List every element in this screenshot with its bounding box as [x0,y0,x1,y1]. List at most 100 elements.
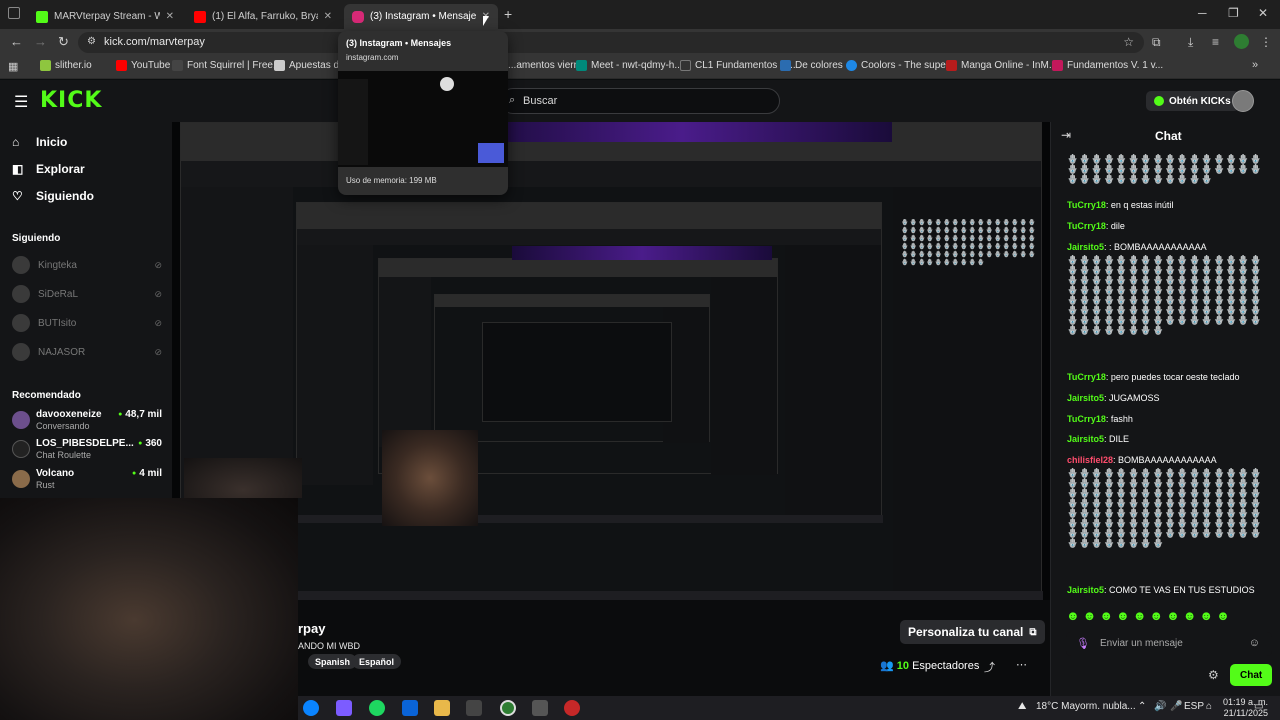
tag-spanish[interactable]: Spanish [308,654,358,669]
chat-username[interactable]: Jairsito5 [1067,585,1104,595]
channel-avatar [12,256,30,274]
more-bookmarks-icon[interactable]: » [1252,59,1258,71]
chat-text: JUGAMOSS [1109,393,1160,403]
reading-list-icon[interactable]: ≡ [1212,35,1219,49]
bookmark-item[interactable]: Manga Online - InM... [946,60,1057,71]
recommended-channel[interactable]: davooxeneize Conversando 48,7 mil [12,409,162,433]
search-input[interactable]: ⌕ Buscar [500,88,780,114]
bookmark-star-icon[interactable]: ☆ [1123,35,1134,49]
streamer-name[interactable]: rpay [298,621,325,636]
hamburger-menu-icon[interactable]: ☰ [14,92,28,112]
captured-sidebar [297,245,373,485]
kick-logo[interactable]: KICK [40,88,102,113]
spotify-icon[interactable] [369,700,385,716]
tab-preview-thumbnail [338,71,508,167]
volume-icon[interactable]: 🔊 [1154,701,1166,712]
bookmark-item[interactable]: Font Squirrel | Free... [172,60,281,71]
youtube-favicon-icon [194,10,206,23]
restore-icon[interactable]: ❐ [1228,6,1239,20]
tab-kick-stream[interactable]: MARVterpay Stream - Watch Li... ✕ [28,4,182,29]
weather-icon[interactable]: ⛰ [1018,701,1026,712]
app-icon[interactable] [532,700,548,716]
store-icon[interactable] [466,700,482,716]
chat-panel: ⇥ Chat 🪬🪬🪬🪬🪬🪬🪬🪬🪬🪬🪬🪬🪬🪬🪬🪬🪬🪬🪬🪬🪬🪬🪬🪬🪬🪬🪬🪬🪬🪬🪬🪬🪬… [1050,122,1280,720]
bookmark-item[interactable]: Meet - nwt-qdmy-h... [576,60,683,71]
video-player[interactable]: 🪬🪬🪬🪬🪬🪬🪬🪬🪬🪬🪬🪬🪬🪬🪬🪬🪬🪬🪬🪬🪬🪬🪬🪬🪬🪬🪬🪬🪬🪬🪬🪬🪬🪬🪬🪬🪬🪬🪬🪬… [172,122,1050,600]
emote-bar[interactable]: ☻☻☻☻☻☻☻☻☻☻ [1066,608,1272,624]
channel-avatar [12,285,30,303]
profile-avatar[interactable] [1234,34,1249,49]
copilot-icon[interactable] [336,700,352,716]
back-icon[interactable]: ← [10,34,23,49]
apps-grid-icon[interactable]: ▦ [8,60,18,73]
weather-status[interactable]: 18°C Mayorm. nubla... [1036,701,1136,712]
tab-youtube[interactable]: (1) El Alfa, Farruko, Bryant Myer... ✕ [186,4,340,29]
offline-icon: ⊘ [154,317,162,328]
sidebar-item-siguiendo[interactable]: ♡ Siguiendo [12,189,94,203]
extensions-icon[interactable]: ⧉ [1152,35,1161,50]
bookmark-item[interactable]: CL1 Fundamentos D... [680,60,796,71]
outlook-icon[interactable] [402,700,418,716]
get-kicks-button[interactable]: Obtén KICKs [1146,91,1239,111]
bookmark-item[interactable]: Coolors - The super... [846,60,957,71]
notifications-icon[interactable]: ▭ [1254,701,1263,712]
customize-channel-button[interactable]: Personaliza tu canal ⧉ [900,620,1045,644]
home-icon: ⌂ [12,135,20,149]
chat-username[interactable]: TuCrry18 [1067,221,1106,231]
followed-channel[interactable]: NAJASOR ⊘ [12,342,162,362]
minimize-icon[interactable]: ─ [1198,6,1207,20]
chat-username[interactable]: TuCrry18 [1067,414,1106,424]
tab-instagram[interactable]: (3) Instagram • Mensajes ✕ [344,4,498,29]
menu-dots-icon[interactable]: ⋮ [1260,35,1272,49]
recommended-channel[interactable]: LOS_PIBESDELPE... Chat Roulette 360 [12,438,162,462]
obs-icon[interactable] [564,700,580,716]
tab-search-icon[interactable] [8,7,20,19]
new-tab-button[interactable]: + [504,6,512,22]
close-icon[interactable]: ✕ [166,11,174,22]
emoji-picker-icon[interactable]: ☺ [1249,637,1260,649]
forward-icon[interactable]: → [34,34,47,49]
file-explorer-icon[interactable] [434,700,450,716]
chat-username[interactable]: TuCrry18 [1067,372,1106,382]
mic-tray-icon[interactable]: 🎤 [1170,701,1182,712]
followed-channel[interactable]: BUTIsito ⊘ [12,313,162,333]
edge-icon[interactable] [303,700,319,716]
share-icon[interactable]: ⤴ [984,659,995,675]
bookmark-item[interactable]: YouTube [116,60,170,71]
reload-icon[interactable]: ↻ [58,34,69,50]
close-window-icon[interactable]: ✕ [1258,6,1268,20]
download-icon[interactable]: ⤓ [1188,35,1193,50]
followed-channel[interactable]: Kingteka ⊘ [12,255,162,275]
bookmark-item[interactable]: Fundamentos V. 1 v... [1052,60,1163,71]
captured-chat [711,277,777,475]
chat-username[interactable]: Jairsito5 [1067,242,1104,252]
sidebar-item-inicio[interactable]: ⌂ Inicio [12,135,67,149]
preview-image [478,143,504,163]
tag-espanol[interactable]: Español [352,654,402,669]
chat-emote-spam: 🪬🪬🪬🪬🪬🪬🪬🪬🪬🪬🪬🪬🪬🪬🪬🪬🪬🪬🪬🪬🪬🪬🪬🪬🪬🪬🪬🪬🪬🪬🪬🪬🪬🪬🪬🪬🪬🪬🪬🪬… [1067,468,1263,548]
chat-header: ⇥ Chat [1061,128,1182,143]
tray-chevron-icon[interactable]: ⌃ [1138,701,1146,712]
address-bar[interactable]: ⚙ kick.com/marvterpay ☆ [78,32,1144,53]
chrome-icon[interactable] [500,700,516,716]
close-icon[interactable]: ✕ [324,11,332,22]
more-options-icon[interactable]: ⋯ [1016,658,1027,671]
chat-username[interactable]: Jairsito5 [1067,393,1104,403]
collapse-chat-icon[interactable]: ⇥ [1061,128,1071,142]
youtube-icon [116,60,127,71]
bookmark-item[interactable]: slither.io [40,60,92,71]
chat-message-input[interactable]: 🎙 Enviar un mensaje ☺ [1066,632,1272,656]
chat-settings-gear-icon[interactable]: ⚙ [1208,668,1219,682]
site-info-icon[interactable]: ⚙ [87,36,96,47]
preview-avatar [440,77,454,91]
recommended-channel[interactable]: Volcano Rust 4 mil [12,468,162,492]
send-chat-button[interactable]: Chat [1230,664,1273,686]
chat-username[interactable]: chilisfiel28 [1067,455,1113,465]
chat-username[interactable]: Jairsito5 [1067,434,1104,444]
chat-username[interactable]: TuCrry18 [1067,200,1106,210]
sidebar-item-explorar[interactable]: ◧ Explorar [12,162,85,176]
bookmark-item[interactable]: De colores [780,60,843,71]
followed-channel[interactable]: SiDeRaL ⊘ [12,284,162,304]
user-avatar[interactable] [1232,90,1254,112]
microphone-icon[interactable]: 🎙 [1076,637,1090,650]
